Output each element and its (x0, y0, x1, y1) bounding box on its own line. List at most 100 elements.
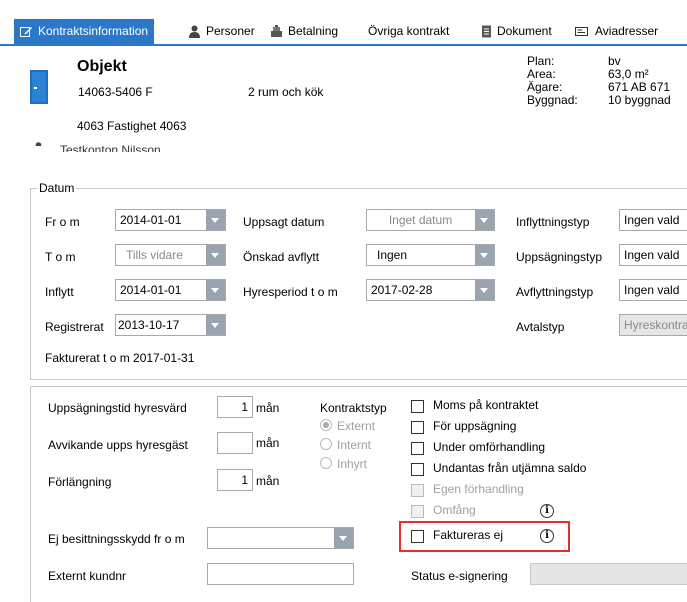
forlangning-input[interactable]: 1 (217, 469, 253, 491)
hyresperiod-combo[interactable]: 2017-02-28 (366, 279, 495, 301)
under-omforhandling-label: Under omförhandling (433, 440, 546, 454)
tab-aviadresser[interactable]: Aviadresser (575, 19, 658, 44)
faktureras-ej-label: Faktureras ej (433, 528, 504, 542)
externt-kundnr-label: Externt kundnr (48, 569, 127, 583)
ej-besittning-combo[interactable] (207, 527, 354, 549)
tab-label: Övriga kontrakt (368, 24, 450, 38)
avvikande-input[interactable] (217, 432, 253, 454)
datum-group-title: Datum (37, 181, 77, 195)
tab-betalning[interactable]: Betalning (268, 19, 338, 44)
combo-value: Ingen vald (624, 283, 680, 297)
uppsagningstyp-combo[interactable]: Ingen vald (619, 244, 687, 266)
chevron-down-icon[interactable] (475, 210, 494, 230)
chevron-down-icon[interactable] (475, 245, 494, 265)
combo-value: Inget datum (388, 213, 453, 227)
info-icon[interactable]: i (540, 529, 554, 543)
inflytt-label: Inflytt (45, 285, 74, 299)
uppsagt-label: Uppsagt datum (243, 215, 325, 229)
cash-register-icon (271, 25, 282, 37)
under-omforhandling-checkbox[interactable] (411, 442, 424, 455)
contract-main: Testkonton Nilsson Datum Fr o m 2014-01-… (0, 143, 687, 602)
radio-inhyrt-label: Inhyrt (337, 457, 368, 471)
unit-label: mån (256, 436, 280, 450)
omfang-checkbox[interactable] (411, 505, 424, 518)
input-value: 1 (241, 473, 248, 487)
radio-inhyrt[interactable] (320, 457, 332, 469)
chevron-down-icon[interactable] (334, 528, 353, 548)
from-date-combo[interactable]: 2014-01-01 (115, 209, 226, 231)
combo-value: Ingen vald (624, 213, 680, 227)
for-uppsagning-checkbox[interactable] (411, 421, 424, 434)
onskad-label: Önskad avflytt (243, 250, 320, 264)
onskad-avflytt-combo[interactable]: Ingen (366, 244, 495, 266)
combo-value: 2014-01-01 (120, 213, 182, 227)
tom-date-combo[interactable]: Tills vidare (115, 244, 226, 266)
inflyttningstyp-combo[interactable]: Ingen vald (619, 209, 687, 231)
property-name: 4063 Fastighet 4063 (77, 119, 187, 133)
chevron-down-icon[interactable] (475, 280, 494, 300)
unit-label: mån (256, 401, 280, 415)
moms-checkbox[interactable] (411, 400, 424, 413)
combo-value: 2013-10-17 (118, 318, 180, 332)
input-value: 1 (241, 400, 248, 414)
address-card-icon (575, 27, 588, 36)
chevron-down-icon[interactable] (206, 315, 225, 335)
tab-label: Personer (206, 24, 255, 38)
radio-externt[interactable] (320, 419, 332, 431)
object-description: 2 rum och kök (248, 85, 324, 99)
person-name: Testkonton Nilsson (60, 143, 161, 152)
combo-value: Tills vidare (126, 248, 183, 262)
externt-kundnr-input[interactable] (207, 563, 354, 585)
tom-label: T o m (45, 250, 76, 264)
inflyttningstyp-label: Inflyttningstyp (516, 215, 590, 229)
avtalstyp-label: Avtalstyp (516, 320, 565, 334)
undantas-checkbox[interactable] (411, 463, 424, 476)
uppsagt-date-combo[interactable]: Inget datum (366, 209, 495, 231)
combo-value: Ingen vald (624, 248, 680, 262)
faktureras-ej-checkbox[interactable] (411, 530, 424, 543)
chevron-down-icon[interactable] (206, 210, 225, 230)
chevron-down-icon[interactable] (206, 245, 225, 265)
combo-value: 2017-02-28 (371, 283, 433, 297)
registrerat-date-combo[interactable]: 2013-10-17 (115, 314, 226, 336)
document-icon (482, 25, 491, 38)
combo-value: Hyreskontrakt (624, 318, 687, 332)
inflytt-date-combo[interactable]: 2014-01-01 (115, 279, 226, 301)
forlangning-label: Förlängning (48, 475, 112, 489)
object-header: Objekt 14063-5406 F 2 rum och kök 4063 F… (0, 46, 687, 153)
egen-forhandling-checkbox[interactable] (411, 484, 424, 497)
uppsagningstid-input[interactable]: 1 (217, 396, 253, 418)
avtalstyp-combo[interactable]: Hyreskontrakt (619, 314, 687, 336)
tab-personer[interactable]: Personer (186, 19, 255, 44)
avflyttningstyp-combo[interactable]: Ingen vald (619, 279, 687, 301)
registrerat-label: Registrerat (45, 320, 104, 334)
radio-internt[interactable] (320, 438, 332, 450)
kontraktstyp-label: Kontraktstyp (320, 401, 387, 415)
status-esign-combo[interactable] (530, 563, 687, 585)
building-value: 10 byggnad (608, 93, 671, 107)
radio-externt-label: Externt (337, 419, 376, 433)
tab-kontraktsinformation[interactable]: Kontraktsinformation (14, 19, 155, 44)
tab-label: Aviadresser (595, 24, 659, 38)
hyresperiod-label: Hyresperiod t o m (243, 285, 338, 299)
tab-label: Kontraktsinformation (38, 24, 149, 38)
radio-internt-label: Internt (337, 438, 372, 452)
object-id: 14063-5406 F (78, 85, 153, 99)
avflyttningstyp-label: Avflyttningstyp (516, 285, 594, 299)
object-title: Objekt (77, 58, 127, 75)
uppsagningstid-label: Uppsägningstid hyresvärd (48, 401, 187, 415)
tab-dokument[interactable]: Dokument (477, 19, 552, 44)
avvikande-label: Avvikande upps hyresgäst (48, 438, 188, 452)
status-esign-label: Status e-signering (411, 569, 508, 583)
from-label: Fr o m (45, 215, 80, 229)
chevron-down-icon[interactable] (206, 280, 225, 300)
egen-forhandling-label: Egen förhandling (433, 482, 524, 496)
combo-value: 2014-01-01 (120, 283, 182, 297)
undantas-label: Undantas från utjämna saldo (433, 461, 587, 475)
person-icon (189, 25, 200, 38)
moms-label: Moms på kontraktet (433, 398, 539, 412)
omfang-label: Omfång (433, 503, 476, 517)
tab-ovriga-kontrakt[interactable]: Övriga kontrakt (368, 19, 449, 44)
unit-label: mån (256, 474, 280, 488)
info-icon[interactable]: i (540, 504, 554, 518)
